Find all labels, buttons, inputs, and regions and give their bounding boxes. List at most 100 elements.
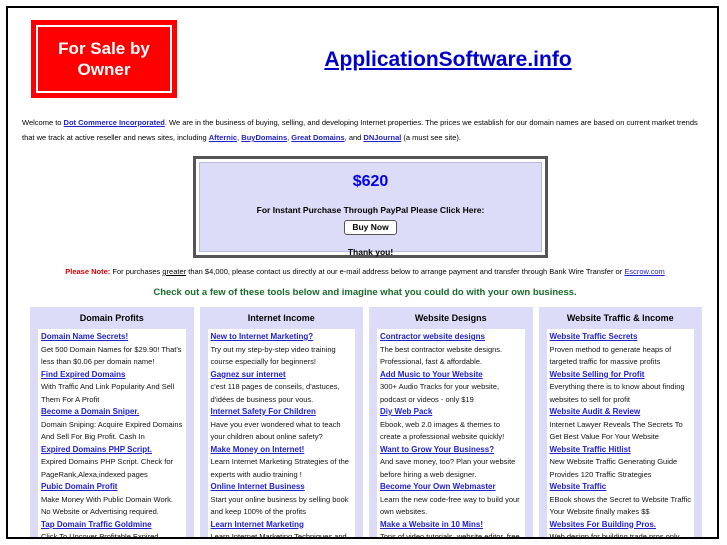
page-frame: For Sale by Owner ApplicationSoftware.in… bbox=[6, 6, 719, 539]
tool-description: Start your online business by selling bo… bbox=[210, 494, 349, 517]
list-item: New to Internet Marketing? Try out my ste… bbox=[211, 331, 353, 369]
please-note-text-1: For purchases bbox=[110, 267, 163, 276]
paypal-instruction-text: For Instant Purchase Through PayPal Plea… bbox=[256, 205, 485, 215]
tool-link[interactable]: New to Internet Marketing? bbox=[211, 331, 353, 344]
link-escrow-com[interactable]: Escrow.com bbox=[624, 267, 664, 276]
tool-description: The best contractor website designs. Pro… bbox=[380, 344, 503, 367]
tool-description: 300+ Audio Tracks for your website, podc… bbox=[380, 382, 500, 404]
tool-link[interactable]: Add Music to Your Website bbox=[380, 369, 522, 382]
tool-link[interactable]: Make a Website in 10 Mins! bbox=[380, 519, 522, 532]
tool-description: With Traffic And Link Popularity And Sel… bbox=[41, 382, 175, 404]
tool-description: Have you ever wondered what to teach you… bbox=[210, 419, 341, 442]
intro-sep-3: , and bbox=[344, 133, 364, 142]
column-body: New to Internet Marketing? Try out my ste… bbox=[207, 329, 355, 539]
for-sale-by-owner-badge-inner: For Sale by Owner bbox=[36, 25, 172, 93]
tool-description: Web design for building trade pros only.… bbox=[549, 532, 681, 539]
list-item: Online Internet Business Start your onlin… bbox=[211, 481, 353, 519]
tool-link[interactable]: Contractor website designs bbox=[380, 331, 522, 344]
tools-tagline: Check out a few of these tools below and… bbox=[153, 287, 577, 298]
tool-link[interactable]: Learn Internet Marketing bbox=[211, 519, 353, 532]
please-note-emphasis: greater bbox=[162, 267, 187, 276]
list-item: Website Audit & Review Internet Lawyer Re… bbox=[550, 406, 692, 444]
list-item: Want to Grow Your Business? And save mone… bbox=[380, 444, 522, 482]
tool-link[interactable]: Gagnez sur internet bbox=[211, 369, 353, 382]
tool-description: Domain Sniping: Acquire Expired Domains … bbox=[41, 419, 183, 442]
tool-description: New Website Traffic Generating Guide Pro… bbox=[549, 457, 678, 479]
list-item: Add Music to Your Website 300+ Audio Trac… bbox=[380, 369, 522, 407]
tool-link[interactable]: Domain Name Secrets! bbox=[41, 331, 183, 344]
list-item: Website Traffic Secrets Proven method to … bbox=[550, 331, 692, 369]
link-great-domains[interactable]: Great Domains bbox=[291, 133, 344, 142]
link-dot-commerce-incorporated[interactable]: Dot Commerce Incorporated bbox=[64, 118, 165, 127]
thank-you-text: Thank you! bbox=[347, 247, 394, 257]
list-item: Become Your Own Webmaster Learn the new c… bbox=[380, 481, 522, 519]
tool-description: Proven method to generate heaps of targe… bbox=[549, 344, 672, 367]
tool-description: Learn Internet Marketing Strategies of t… bbox=[210, 457, 349, 479]
price-panel: $620 For Instant Purchase Through PayPal… bbox=[193, 156, 548, 258]
column-heading: Website Designs bbox=[414, 313, 487, 323]
column-body: Website Traffic Secrets Proven method to … bbox=[546, 329, 694, 539]
link-dnjournal[interactable]: DNJournal bbox=[363, 133, 401, 142]
tool-link[interactable]: Pubic Domain Profit bbox=[41, 481, 183, 494]
please-note-line: Please Note: For purchases greater than … bbox=[22, 266, 708, 278]
tool-description: Try out my step-by-step video training c… bbox=[210, 344, 336, 367]
tool-link[interactable]: Diy Web Pack bbox=[380, 406, 522, 419]
tool-link[interactable]: Make Money on Internet! bbox=[211, 444, 353, 457]
tools-columns: Domain Profits Domain Name Secrets! Get 5… bbox=[30, 307, 702, 539]
price-amount: $620 bbox=[352, 173, 389, 190]
please-note-label: Please Note: bbox=[65, 267, 111, 276]
link-buydomains[interactable]: BuyDomains bbox=[241, 133, 287, 142]
column-internet-income: Internet Income New to Internet Marketin… bbox=[199, 307, 363, 539]
tool-link[interactable]: Website Traffic Secrets bbox=[550, 331, 692, 344]
for-sale-by-owner-badge: For Sale by Owner bbox=[31, 20, 177, 98]
tool-description: Tons of video tutorials, website editor,… bbox=[380, 532, 520, 539]
tool-link[interactable]: Internet Safety For Children bbox=[211, 406, 353, 419]
tool-description: Everything there is to know about findin… bbox=[549, 382, 685, 404]
tool-description: Expired Domains PHP Script. Check for Pa… bbox=[41, 457, 173, 479]
tool-link[interactable]: Tap Domain Traffic Goldmine bbox=[41, 519, 183, 532]
tool-link[interactable]: Website Audit & Review bbox=[550, 406, 692, 419]
list-item: Contractor website designs The best contr… bbox=[380, 331, 522, 369]
tool-link[interactable]: Websites For Building Pros. bbox=[550, 519, 692, 532]
tool-description: Learn Internet Marketing Techniques and … bbox=[210, 532, 347, 539]
list-item: Become a Domain Sniper. Domain Sniping: A… bbox=[41, 406, 183, 444]
list-item: Website Selling for Profit Everything the… bbox=[550, 369, 692, 407]
list-item: Find Expired Domains With Traffic And Lin… bbox=[41, 369, 183, 407]
tool-link[interactable]: Want to Grow Your Business? bbox=[380, 444, 522, 457]
buy-now-button[interactable]: Buy Now bbox=[344, 220, 397, 235]
tool-description: And save money, too? Plan your website b… bbox=[380, 457, 516, 479]
list-item: Expired Domains PHP Script. Expired Domai… bbox=[41, 444, 183, 482]
list-item: Tap Domain Traffic Goldmine Click To Unco… bbox=[41, 519, 183, 539]
page-header: For Sale by Owner ApplicationSoftware.in… bbox=[8, 8, 717, 106]
tool-description: Get 500 Domain Names for $29.90! That's … bbox=[41, 344, 182, 367]
site-title-link[interactable]: ApplicationSoftware.info bbox=[198, 48, 698, 72]
tool-description: c'est 118 pages de conseils, d'astuces, … bbox=[210, 382, 340, 404]
link-afternic[interactable]: Afternic bbox=[209, 133, 237, 142]
column-body: Domain Name Secrets! Get 500 Domain Names… bbox=[38, 329, 186, 539]
tool-description: Click To Uncover Profitable Expired Doma… bbox=[41, 532, 159, 539]
tool-link[interactable]: Become Your Own Webmaster bbox=[380, 481, 522, 494]
list-item: Learn Internet Marketing Learn Internet M… bbox=[210, 519, 353, 539]
column-domain-profits: Domain Profits Domain Name Secrets! Get 5… bbox=[30, 307, 194, 539]
list-item: Website Traffic EBook shows the Secret to… bbox=[550, 481, 692, 519]
tool-link[interactable]: Become a Domain Sniper. bbox=[41, 406, 183, 419]
list-item: Websites For Building Pros. Web design fo… bbox=[549, 519, 692, 539]
list-item: Gagnez sur internet c'est 118 pages de co… bbox=[211, 369, 353, 407]
column-body: Contractor website designs The best contr… bbox=[377, 329, 525, 539]
price-panel-inner: $620 For Instant Purchase Through PayPal… bbox=[199, 162, 542, 257]
tool-link[interactable]: Website Traffic Hitlist bbox=[550, 444, 692, 457]
tool-link[interactable]: Find Expired Domains bbox=[41, 369, 183, 382]
tool-description: Ebook, web 2.0 images & themes to create… bbox=[380, 419, 505, 442]
intro-paragraph: Welcome to Dot Commerce Incorporated. We… bbox=[22, 115, 708, 145]
list-item: Website Traffic Hitlist New Website Traff… bbox=[550, 444, 692, 482]
list-item: Make a Website in 10 Mins! Tons of video … bbox=[380, 519, 522, 539]
column-heading: Website Traffic & Income bbox=[566, 313, 674, 323]
tool-link[interactable]: Website Selling for Profit bbox=[550, 369, 692, 382]
tool-link[interactable]: Website Traffic bbox=[550, 481, 692, 494]
tool-link[interactable]: Expired Domains PHP Script. bbox=[41, 444, 183, 457]
list-item: Domain Name Secrets! Get 500 Domain Names… bbox=[41, 331, 183, 369]
intro-text-1: Welcome to bbox=[22, 118, 64, 127]
tool-link[interactable]: Online Internet Business bbox=[211, 481, 353, 494]
column-website-designs: Website Designs Contractor website desig… bbox=[369, 307, 533, 539]
tool-description: Internet Lawyer Reveals The Secrets To G… bbox=[549, 419, 683, 442]
